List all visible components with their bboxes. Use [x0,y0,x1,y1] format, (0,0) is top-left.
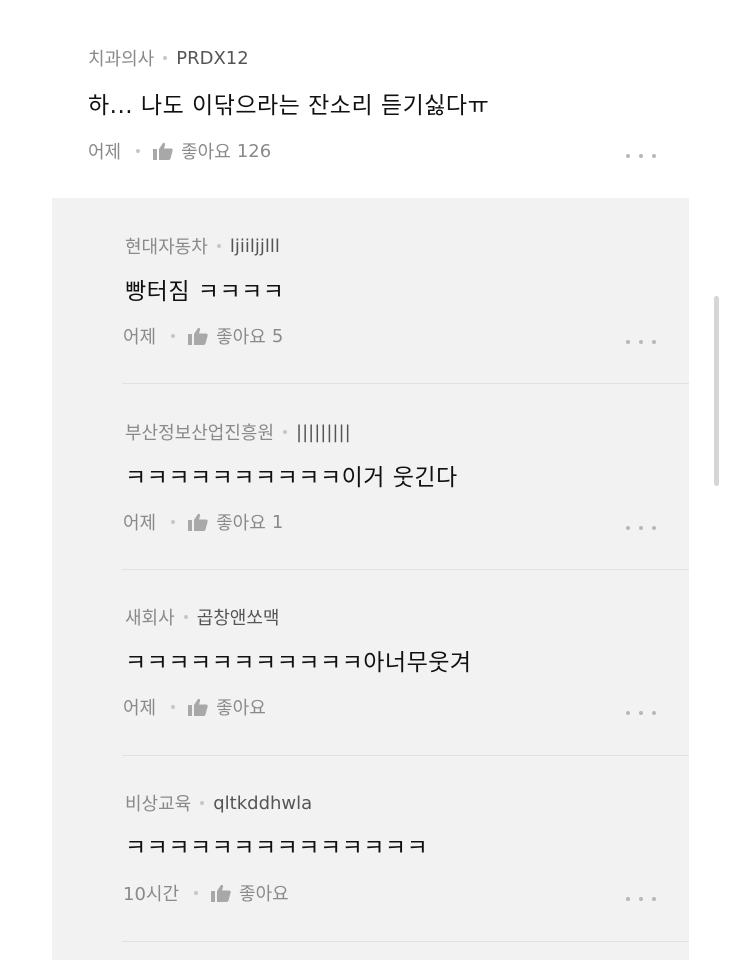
comment-thread: 치과의사 PRDX12 하... 나도 이닦으라는 잔소리 듣기싫다ㅠ 어제 좋… [0,0,741,960]
comment-time: 어제 [123,327,157,348]
like-count: 5 [271,325,284,347]
like-button[interactable]: 좋아요 [211,880,295,906]
comment-meta: 치과의사 PRDX12 [88,45,249,71]
author-company: 치과의사 [88,49,155,70]
author-nickname[interactable]: 곱창앤쏘맥 [197,604,280,630]
comment-text: ㅋㅋㅋㅋㅋㅋㅋㅋㅋㅋㅋ아너무웃겨 [125,650,472,676]
comment-meta: 현대자동차 ljiiljjlll [125,233,280,259]
comment-time: 10시간 [123,884,180,905]
comment-actions: 어제 좋아요 5 [123,323,283,349]
like-label: 좋아요 [216,513,266,534]
comment-meta: 부산정보산업진흥원 ||||||||| [125,419,351,445]
separator-dot [216,244,221,248]
comment-text: 하... 나도 이닦으라는 잔소리 듣기싫다ㅠ [88,93,490,119]
author-company: 현대자동차 [125,237,208,258]
like-button[interactable]: 좋아요 1 [188,509,283,535]
author-company: 비상교육 [125,794,192,815]
author-nickname[interactable]: ljiiljjlll [230,236,280,257]
more-options-icon[interactable] [626,150,656,162]
separator-dot [171,520,176,524]
divider [122,941,689,942]
thumbs-up-icon [188,698,208,716]
separator-dot [163,56,168,60]
author-nickname[interactable]: qltkddhwla [213,793,312,814]
comment-time: 어제 [123,513,157,534]
divider [122,755,689,756]
like-label: 좋아요 [239,884,289,905]
comment-actions: 어제 좋아요 [123,694,272,720]
comment-actions: 어제 좋아요 126 [88,138,271,164]
comment-meta: 새회사 곱창앤쏘맥 [125,604,280,630]
comment-actions: 10시간 좋아요 [123,880,295,906]
like-button[interactable]: 좋아요 [188,694,272,720]
thumbs-up-icon [211,884,231,902]
like-label: 좋아요 [181,142,231,163]
separator-dot [200,801,205,805]
separator-dot [136,149,141,153]
separator-dot [283,430,288,434]
author-nickname[interactable]: ||||||||| [296,422,351,443]
comment-time: 어제 [123,698,157,719]
separator-dot [183,615,188,619]
like-button[interactable]: 좋아요 5 [188,323,283,349]
comment-time: 어제 [88,142,122,163]
thumbs-up-icon [153,142,173,160]
more-options-icon[interactable] [626,707,656,719]
like-label: 좋아요 [216,698,266,719]
separator-dot [194,891,199,895]
like-count: 1 [271,511,284,533]
more-options-icon[interactable] [626,522,656,534]
thumbs-up-icon [188,513,208,531]
author-company: 새회사 [125,608,175,629]
author-nickname[interactable]: PRDX12 [176,48,248,69]
like-count: 126 [236,140,272,162]
comment-text: ㅋㅋㅋㅋㅋㅋㅋㅋㅋㅋㅋㅋㅋㅋ [125,835,429,861]
comment-actions: 어제 좋아요 1 [123,509,283,535]
comment-text: 빵터짐 ㅋㅋㅋㅋ [125,279,285,305]
author-company: 부산정보산업진흥원 [125,423,275,444]
separator-dot [171,705,176,709]
like-label: 좋아요 [216,327,266,348]
like-button[interactable]: 좋아요 126 [153,138,271,164]
comment-text: ㅋㅋㅋㅋㅋㅋㅋㅋㅋㅋ이거 웃긴다 [125,465,458,491]
divider [122,569,689,570]
reply-list: 현대자동차 ljiiljjlll 빵터짐 ㅋㅋㅋㅋ 어제 좋아요 5 부산정보산… [52,198,689,960]
divider [122,383,689,384]
comment-meta: 비상교육 qltkddhwla [125,790,312,816]
thumbs-up-icon [188,327,208,345]
separator-dot [171,334,176,338]
scrollbar[interactable] [714,296,719,486]
more-options-icon[interactable] [626,893,656,905]
more-options-icon[interactable] [626,336,656,348]
main-comment: 치과의사 PRDX12 하... 나도 이닦으라는 잔소리 듣기싫다ㅠ 어제 좋… [0,0,741,198]
